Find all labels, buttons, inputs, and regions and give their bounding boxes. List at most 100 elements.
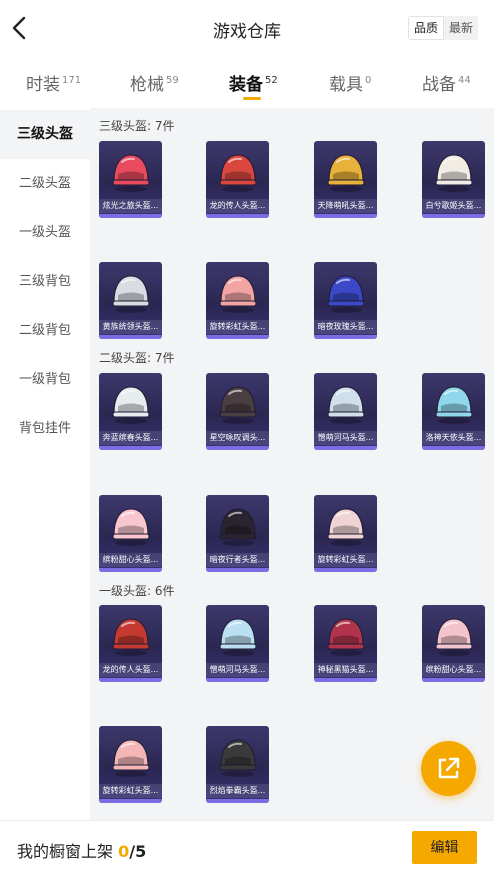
helmet-item-card[interactable]: 天降萌吼头盔... (314, 141, 377, 218)
helmet-item-card[interactable]: 憎萌河马头盔... (314, 373, 377, 450)
helmet-item-card[interactable]: 烈焰拳霸头盔... (206, 726, 269, 803)
helmet-icon (435, 154, 473, 192)
helmet-icon (112, 508, 150, 546)
helmet-icon (327, 508, 365, 546)
helmet-item-card[interactable]: 洛神天依头盔... (422, 373, 485, 450)
sidebar-item-level2-backpack[interactable]: 二级背包 (0, 306, 90, 355)
rarity-bar (99, 678, 162, 682)
rarity-bar (314, 678, 377, 682)
helmet-item-card[interactable]: 旋转彩虹头盔... (314, 495, 377, 572)
item-name: 旋转彩虹头盔... (314, 553, 377, 567)
section-title: 一级头盔: 6件 (99, 584, 175, 598)
rarity-bar (206, 214, 269, 218)
helmet-icon (112, 618, 150, 656)
sidebar-item-level3-backpack[interactable]: 三级背包 (0, 257, 90, 306)
rarity-bar (206, 678, 269, 682)
helmet-item-card[interactable]: 奔蓝缤春头盔... (99, 373, 162, 450)
helmet-icon (219, 739, 257, 777)
tab-fashion[interactable]: 时装 171 (26, 70, 81, 95)
item-name: 白兮歌姬头盔... (422, 199, 485, 213)
showcase-label: 我的橱窗上架 (17, 842, 119, 861)
helmet-icon (219, 508, 257, 546)
tab-label: 战备 (422, 75, 456, 95)
helmet-item-card[interactable]: 缤粉甜心头盔... (99, 495, 162, 572)
rarity-bar (206, 446, 269, 450)
tab-vehicles[interactable]: 载具 0 (329, 70, 371, 95)
helmet-item-card[interactable]: 白兮歌姬头盔... (422, 141, 485, 218)
helmet-icon (327, 618, 365, 656)
tab-count: 59 (166, 75, 179, 86)
share-external-icon (438, 757, 460, 779)
helmet-icon (327, 154, 365, 192)
item-name: 奔蓝缤春头盔... (99, 431, 162, 445)
rarity-bar (99, 568, 162, 572)
helmet-item-card[interactable]: 神秘黑猫头盔... (314, 605, 377, 682)
sort-quality-button[interactable]: 品质 (407, 16, 444, 40)
helmet-icon (112, 739, 150, 777)
item-name: 龙的传人头盔... (99, 663, 162, 677)
item-name: 缤粉甜心头盔... (422, 663, 485, 677)
tab-label: 时装 (26, 75, 60, 95)
helmet-icon (435, 386, 473, 424)
showcase-count: 0 (118, 842, 130, 861)
sidebar-item-level1-backpack[interactable]: 一级背包 (0, 355, 90, 404)
tab-label: 枪械 (130, 75, 164, 95)
helmet-icon (112, 154, 150, 192)
helmet-icon (327, 275, 365, 313)
section-title: 三级头盔: 7件 (99, 119, 175, 133)
rarity-bar (99, 214, 162, 218)
helmet-item-card[interactable]: 暗夜行者头盔... (206, 495, 269, 572)
tab-count: 171 (62, 75, 82, 86)
helmet-icon (327, 386, 365, 424)
item-name: 憎萌河马头盔... (206, 663, 269, 677)
rarity-bar (206, 799, 269, 803)
rarity-bar (422, 678, 485, 682)
item-name: 洛神天依头盔... (422, 431, 485, 445)
rarity-bar (422, 214, 485, 218)
item-name: 龙的传人头盔... (206, 199, 269, 213)
helmet-item-card[interactable]: 暗夜玫瑰头盔... (314, 262, 377, 339)
sidebar-item-level1-helmet[interactable]: 一级头盔 (0, 208, 90, 257)
item-name: 星空咏叹调头... (206, 431, 269, 445)
helmet-icon (219, 154, 257, 192)
item-grid: 三级头盔: 7件 二级头盔: 7件 一级头盔: 6件 炫光之旅头盔... 龙的传人… (90, 108, 494, 820)
helmet-item-card[interactable]: 旋转彩虹头盔... (206, 262, 269, 339)
helmet-icon (219, 386, 257, 424)
edit-button[interactable]: 编辑 (412, 831, 477, 864)
sidebar: 三级头盔 二级头盔 一级头盔 三级背包 二级背包 一级背包 背包挂件 (0, 108, 90, 820)
helmet-item-card[interactable]: 黄族统领头盔... (99, 262, 162, 339)
helmet-icon (435, 618, 473, 656)
helmet-icon (112, 386, 150, 424)
helmet-item-card[interactable]: 旋转彩虹头盔... (99, 726, 162, 803)
sidebar-item-level2-helmet[interactable]: 二级头盔 (0, 159, 90, 208)
header: 游戏仓库 品质 最新 (0, 0, 494, 58)
tab-equipment[interactable]: 装备 52 (229, 70, 278, 95)
sidebar-item-level3-helmet[interactable]: 三级头盔 (0, 110, 90, 159)
tab-supplies[interactable]: 战备 44 (422, 70, 471, 95)
rarity-bar (314, 568, 377, 572)
item-name: 缤粉甜心头盔... (99, 553, 162, 567)
rarity-bar (99, 446, 162, 450)
item-name: 黄族统领头盔... (99, 320, 162, 334)
helmet-item-card[interactable]: 憎萌河马头盔... (206, 605, 269, 682)
helmet-item-card[interactable]: 炫光之旅头盔... (99, 141, 162, 218)
rarity-bar (314, 446, 377, 450)
helmet-icon (219, 618, 257, 656)
item-name: 天降萌吼头盔... (314, 199, 377, 213)
helmet-item-card[interactable]: 星空咏叹调头... (206, 373, 269, 450)
helmet-item-card[interactable]: 缤粉甜心头盔... (422, 605, 485, 682)
share-button[interactable] (421, 741, 476, 796)
item-name: 烈焰拳霸头盔... (206, 784, 269, 798)
helmet-icon (112, 275, 150, 313)
rarity-bar (206, 335, 269, 339)
category-tabs: 时装 171 枪械 59 装备 52 载具 0 战备 44 (0, 58, 494, 108)
helmet-item-card[interactable]: 龙的传人头盔... (99, 605, 162, 682)
item-name: 憎萌河马头盔... (314, 431, 377, 445)
sidebar-item-backpack-pendant[interactable]: 背包挂件 (0, 404, 90, 453)
item-name: 暗夜行者头盔... (206, 553, 269, 567)
helmet-item-card[interactable]: 龙的传人头盔... (206, 141, 269, 218)
tab-count: 0 (365, 75, 372, 86)
tab-guns[interactable]: 枪械 59 (130, 70, 179, 95)
sort-newest-button[interactable]: 最新 (444, 16, 478, 40)
helmet-icon (219, 275, 257, 313)
